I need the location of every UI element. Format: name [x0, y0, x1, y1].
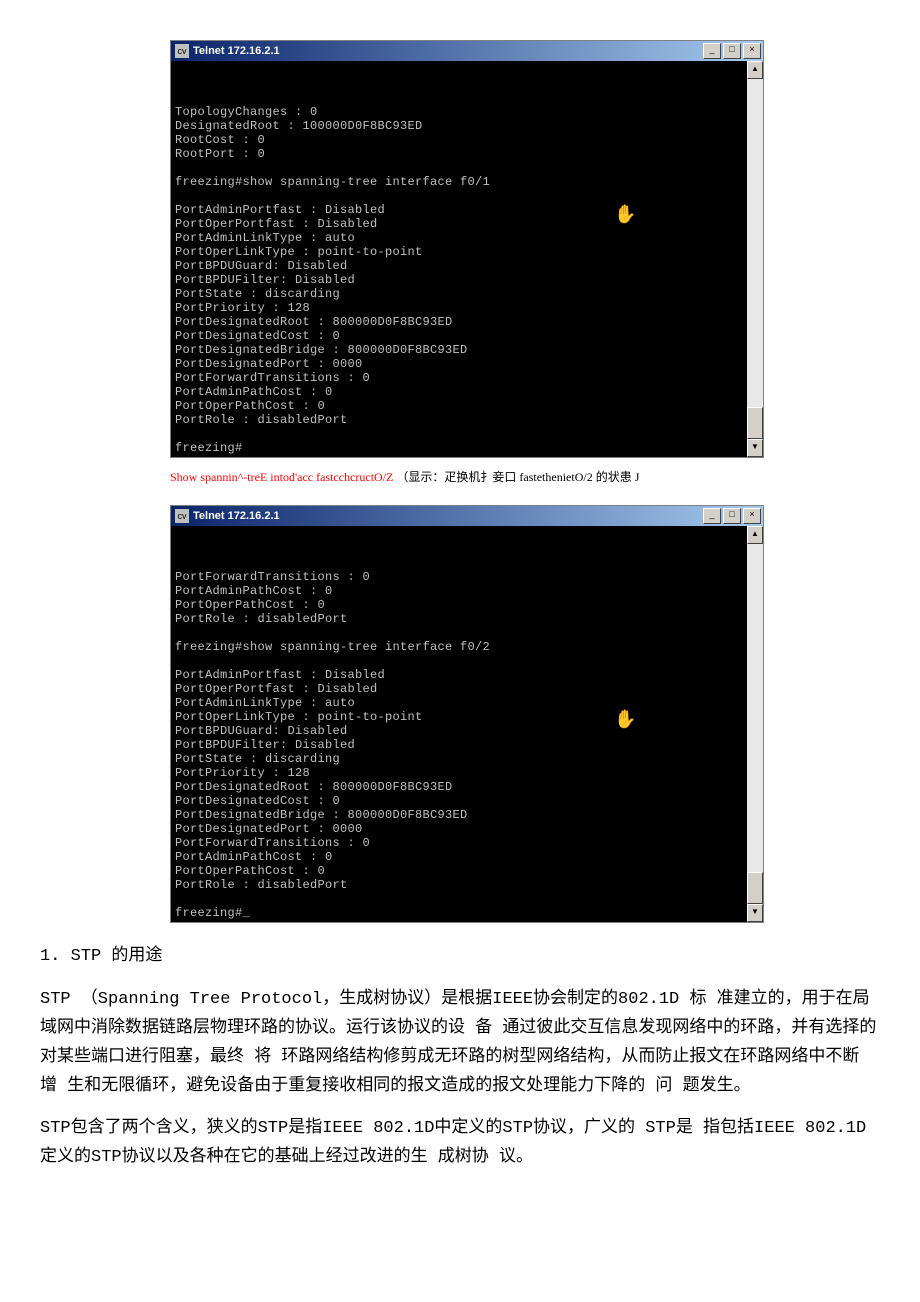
terminal-line: PortOperLinkType : point-to-point	[175, 710, 743, 724]
close-button[interactable]: ×	[743, 508, 761, 524]
scroll-thumb[interactable]	[747, 407, 763, 439]
scroll-up-arrow-icon[interactable]: ▲	[747, 61, 763, 79]
terminal-line: PortAdminPathCost : 0	[175, 850, 743, 864]
terminal-line: PortOperPortfast : Disabled	[175, 217, 743, 231]
terminal-line: PortForwardTransitions : 0	[175, 570, 743, 584]
terminal-line: PortAdminPortfast : Disabled	[175, 203, 743, 217]
terminal-line: RootCost : 0	[175, 133, 743, 147]
titlebar[interactable]: cv Telnet 172.16.2.1 _ □ ×	[171, 41, 763, 61]
hand-cursor-icon: ✋	[614, 209, 637, 223]
titlebar[interactable]: cv Telnet 172.16.2.1 _ □ ×	[171, 506, 763, 526]
maximize-button[interactable]: □	[723, 43, 741, 59]
paragraph-1: STP （Spanning Tree Protocol，生成树协议）是根据IEE…	[40, 986, 880, 1102]
terminal-line: RootPort : 0	[175, 147, 743, 161]
terminal-line: PortForwardTransitions : 0	[175, 371, 743, 385]
scroll-down-arrow-icon[interactable]: ▼	[747, 439, 763, 457]
terminal-line	[175, 427, 743, 441]
terminal-line	[175, 892, 743, 906]
terminal-line: PortDesignatedPort : 0000	[175, 357, 743, 371]
terminal-line: PortDesignatedRoot : 800000D0F8BC93ED	[175, 315, 743, 329]
terminal-line: PortAdminPortfast : Disabled	[175, 668, 743, 682]
terminal-line: PortDesignatedPort : 0000	[175, 822, 743, 836]
terminal-line: PortOperPathCost : 0	[175, 864, 743, 878]
terminal-line: PortRole : disabledPort	[175, 878, 743, 892]
terminal-line	[175, 189, 743, 203]
scroll-down-arrow-icon[interactable]: ▼	[747, 904, 763, 922]
scrollbar[interactable]: ▲ ▼	[747, 61, 763, 457]
terminal-line: DesignatedRoot : 100000D0F8BC93ED	[175, 119, 743, 133]
close-button[interactable]: ×	[743, 43, 761, 59]
maximize-button[interactable]: □	[723, 508, 741, 524]
terminal-line: PortBPDUFilter: Disabled	[175, 273, 743, 287]
terminal-line: PortDesignatedCost : 0	[175, 794, 743, 808]
caption-black-text: （显示：疋换机扌妾口 fastethenietO/2 的状患 J	[396, 470, 639, 484]
terminal-line: PortState : discarding	[175, 287, 743, 301]
terminal-line: PortAdminPathCost : 0	[175, 584, 743, 598]
cmd-icon: cv	[175, 509, 189, 523]
terminal-line: freezing#show spanning-tree interface f0…	[175, 175, 743, 189]
window-controls: _ □ ×	[703, 43, 761, 59]
document-body: 1. STP 的用途 STP （Spanning Tree Protocol，生…	[40, 943, 880, 1173]
terminal-line: PortDesignatedBridge : 800000D0F8BC93ED	[175, 808, 743, 822]
telnet-window-1: cv Telnet 172.16.2.1 _ □ × TopologyChang…	[170, 40, 764, 458]
scroll-up-arrow-icon[interactable]: ▲	[747, 526, 763, 544]
terminal-line: PortPriority : 128	[175, 766, 743, 780]
minimize-button[interactable]: _	[703, 43, 721, 59]
terminal-line: PortBPDUGuard: Disabled	[175, 724, 743, 738]
scrollbar[interactable]: ▲ ▼	[747, 526, 763, 922]
terminal-line	[175, 161, 743, 175]
minimize-button[interactable]: _	[703, 508, 721, 524]
terminal-line: TopologyChanges : 0	[175, 105, 743, 119]
terminal-line: PortDesignatedRoot : 800000D0F8BC93ED	[175, 780, 743, 794]
section-heading: 1. STP 的用途	[40, 943, 880, 972]
telnet-window-2: cv Telnet 172.16.2.1 _ □ × PortForwardTr…	[170, 505, 764, 923]
scroll-track[interactable]	[747, 544, 763, 904]
caption-red-text: Show spannin^-treE intod'acc fastcchcruc…	[170, 470, 396, 484]
terminal-line: PortBPDUFilter: Disabled	[175, 738, 743, 752]
terminal-line: PortDesignatedCost : 0	[175, 329, 743, 343]
hand-cursor-icon: ✋	[614, 714, 637, 728]
window-controls: _ □ ×	[703, 508, 761, 524]
paragraph-2: STP包含了两个含义，狭义的STP是指IEEE 802.1D中定义的STP协议，…	[40, 1115, 880, 1173]
terminal-line: freezing#	[175, 906, 743, 920]
scroll-track[interactable]	[747, 79, 763, 439]
window-title: Telnet 172.16.2.1	[193, 45, 280, 57]
terminal-line: PortPriority : 128	[175, 301, 743, 315]
terminal-line: PortRole : disabledPort	[175, 413, 743, 427]
terminal-line: PortBPDUGuard: Disabled	[175, 259, 743, 273]
terminal-line: PortRole : disabledPort	[175, 612, 743, 626]
titlebar-left: cv Telnet 172.16.2.1	[173, 509, 280, 523]
terminal-line: PortOperLinkType : point-to-point	[175, 245, 743, 259]
terminal-line: freezing#show spanning-tree interface f0…	[175, 640, 743, 654]
terminal-output[interactable]: TopologyChanges : 0DesignatedRoot : 1000…	[171, 61, 747, 457]
terminal-line: PortOperPathCost : 0	[175, 598, 743, 612]
scroll-thumb[interactable]	[747, 872, 763, 904]
terminal-line: PortAdminLinkType : auto	[175, 696, 743, 710]
terminal-line: PortForwardTransitions : 0	[175, 836, 743, 850]
terminal-output[interactable]: PortForwardTransitions : 0PortAdminPathC…	[171, 526, 747, 922]
terminal-line: PortOperPathCost : 0	[175, 399, 743, 413]
terminal-line: PortAdminLinkType : auto	[175, 231, 743, 245]
terminal-line	[175, 654, 743, 668]
terminal-line: PortState : discarding	[175, 752, 743, 766]
titlebar-left: cv Telnet 172.16.2.1	[173, 44, 280, 58]
terminal-line: freezing#	[175, 441, 743, 455]
terminal-line: PortAdminPathCost : 0	[175, 385, 743, 399]
terminal-line: PortDesignatedBridge : 800000D0F8BC93ED	[175, 343, 743, 357]
cmd-icon: cv	[175, 44, 189, 58]
caption-1: Show spannin^-treE intod'acc fastcchcruc…	[170, 468, 880, 485]
terminal-line	[175, 626, 743, 640]
window-title: Telnet 172.16.2.1	[193, 510, 280, 522]
terminal-line: PortOperPortfast : Disabled	[175, 682, 743, 696]
